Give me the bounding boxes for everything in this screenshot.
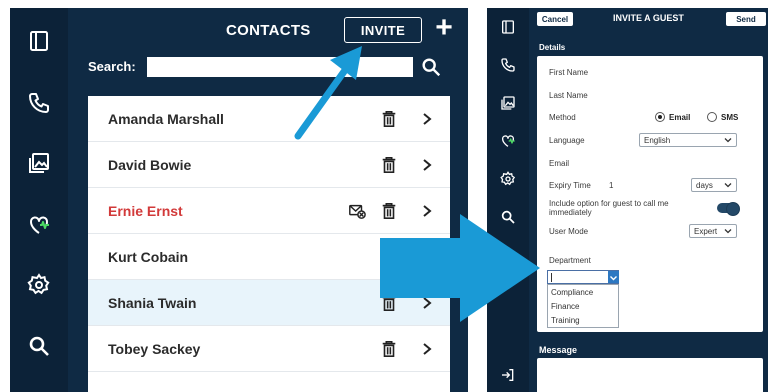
cancel-button[interactable]: Cancel bbox=[537, 12, 573, 26]
contact-name: Ernie Ernst bbox=[108, 202, 183, 219]
search-icon[interactable] bbox=[24, 331, 54, 361]
contact-name: Kurt Cobain bbox=[108, 248, 189, 265]
message-cancel-icon[interactable] bbox=[348, 202, 366, 220]
search-icon[interactable] bbox=[497, 206, 519, 228]
trash-icon[interactable] bbox=[380, 294, 398, 312]
department-label: Department bbox=[549, 256, 591, 265]
method-email-label: Email bbox=[669, 113, 691, 122]
message-section-label: Message bbox=[539, 345, 578, 355]
department-dropdown-button[interactable] bbox=[608, 271, 619, 283]
logout-icon[interactable] bbox=[497, 364, 519, 386]
language-select[interactable]: English bbox=[639, 133, 737, 147]
email-field[interactable]: Email bbox=[549, 159, 569, 168]
contact-row[interactable]: David Bowie bbox=[88, 142, 450, 188]
contact-name: David Bowie bbox=[108, 156, 192, 173]
expiry-unit-select[interactable]: days bbox=[691, 178, 737, 192]
trash-icon[interactable] bbox=[380, 202, 398, 220]
user-mode-value: Expert bbox=[694, 226, 718, 236]
contact-name: Shania Twain bbox=[108, 294, 197, 311]
user-mode-select[interactable]: Expert bbox=[689, 224, 737, 238]
trash-icon[interactable] bbox=[380, 110, 398, 128]
gallery-icon[interactable] bbox=[497, 92, 519, 114]
settings-gear-icon[interactable] bbox=[497, 168, 519, 190]
invite-guest-app: Cancel INVITE A GUEST Send Details First… bbox=[487, 8, 768, 392]
heart-pulse-icon[interactable] bbox=[24, 210, 54, 240]
message-textarea[interactable] bbox=[537, 358, 763, 392]
invite-button[interactable]: INVITE bbox=[344, 17, 422, 43]
expiry-time-label: Expiry Time bbox=[549, 181, 591, 190]
search-label: Search: bbox=[88, 59, 136, 74]
chevron-down-icon bbox=[610, 276, 617, 281]
page-title: CONTACTS bbox=[226, 22, 311, 39]
call-option-label: Include option for guest to call me imme… bbox=[549, 199, 669, 217]
method-label: Method bbox=[549, 113, 576, 122]
search-input[interactable] bbox=[147, 57, 413, 77]
chevron-right-icon[interactable] bbox=[421, 295, 433, 311]
contact-row[interactable]: Shania Twain bbox=[88, 280, 450, 326]
first-name-field[interactable]: First Name bbox=[549, 68, 588, 77]
trash-icon[interactable] bbox=[380, 156, 398, 174]
page-title: INVITE A GUEST bbox=[613, 13, 684, 23]
contact-row[interactable]: Kurt Cobain bbox=[88, 234, 450, 280]
expiry-unit-value: days bbox=[696, 180, 713, 190]
chevron-right-icon[interactable] bbox=[421, 157, 433, 173]
method-sms-radio[interactable] bbox=[707, 112, 717, 122]
contact-row[interactable]: Amanda Marshall bbox=[88, 96, 450, 142]
chevron-right-icon[interactable] bbox=[421, 203, 433, 219]
phone-icon[interactable] bbox=[24, 88, 54, 118]
call-option-toggle[interactable] bbox=[717, 202, 740, 216]
chevron-down-icon bbox=[724, 229, 732, 234]
last-name-field[interactable]: Last Name bbox=[549, 91, 588, 100]
user-mode-label: User Mode bbox=[549, 227, 589, 236]
add-contact-button[interactable]: + bbox=[430, 13, 458, 44]
phone-icon[interactable] bbox=[497, 54, 519, 76]
chevron-right-icon[interactable] bbox=[421, 111, 433, 127]
contact-row[interactable]: Tobey Sackey bbox=[88, 326, 450, 372]
department-input[interactable] bbox=[547, 270, 619, 284]
language-label: Language bbox=[549, 136, 585, 145]
department-options-list: Compliance Finance Training bbox=[547, 284, 619, 328]
department-option[interactable]: Training bbox=[551, 316, 580, 325]
chevron-down-icon bbox=[724, 183, 732, 188]
send-button[interactable]: Send bbox=[726, 12, 766, 26]
chevron-down-icon bbox=[724, 138, 732, 143]
sidebar-toggle-icon[interactable] bbox=[497, 16, 519, 38]
heart-pulse-icon[interactable] bbox=[497, 130, 519, 152]
left-nav-rail bbox=[10, 8, 68, 392]
search-button[interactable] bbox=[420, 56, 442, 78]
screenshot-stage: CONTACTS INVITE + Search: Amanda Marshal… bbox=[0, 0, 768, 392]
language-value: English bbox=[644, 135, 671, 145]
method-sms-label: SMS bbox=[721, 113, 739, 122]
contact-list: Amanda Marshall David Bowie Ernie Ernst … bbox=[88, 96, 450, 392]
chevron-right-icon[interactable] bbox=[421, 341, 433, 357]
contacts-app: CONTACTS INVITE + Search: Amanda Marshal… bbox=[10, 8, 468, 392]
trash-icon[interactable] bbox=[380, 340, 398, 358]
details-section-label: Details bbox=[539, 43, 566, 52]
text-caret bbox=[551, 273, 552, 282]
contact-name: Tobey Sackey bbox=[108, 340, 201, 357]
gallery-icon[interactable] bbox=[24, 148, 54, 178]
method-email-radio[interactable] bbox=[655, 112, 665, 122]
contact-row[interactable]: Ernie Ernst bbox=[88, 188, 450, 234]
settings-gear-icon[interactable] bbox=[24, 270, 54, 300]
right-nav-rail bbox=[487, 8, 529, 392]
department-option[interactable]: Finance bbox=[551, 302, 579, 311]
sidebar-toggle-icon[interactable] bbox=[24, 26, 54, 56]
expiry-value[interactable]: 1 bbox=[609, 181, 613, 190]
details-form: First Name Last Name Method Email SMS La… bbox=[537, 56, 763, 332]
contact-name: Amanda Marshall bbox=[108, 110, 224, 127]
department-option[interactable]: Compliance bbox=[551, 288, 593, 297]
